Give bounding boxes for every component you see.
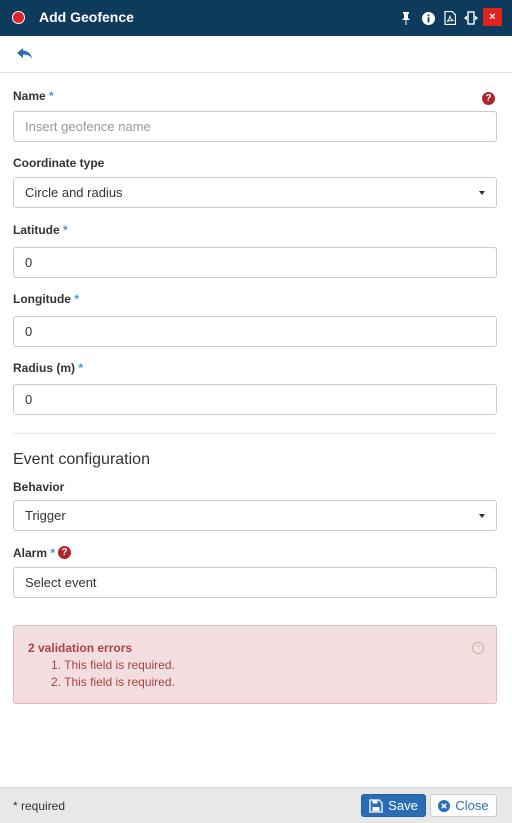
chevron-down-icon xyxy=(479,191,485,195)
coordinate-type-value: Circle and radius xyxy=(25,185,123,200)
latitude-input[interactable]: 0 xyxy=(13,247,497,278)
latitude-label: Latitude * xyxy=(13,223,68,237)
alarm-label: Alarm * xyxy=(13,546,56,560)
dismiss-alert-icon[interactable]: ⌃ xyxy=(472,642,484,654)
form-toolbar xyxy=(0,36,512,73)
window-titlebar: Add Geofence × xyxy=(0,0,512,36)
close-circle-icon xyxy=(438,799,451,812)
alarm-value: Select event xyxy=(25,575,97,590)
validation-error-item: 1. This field is required. xyxy=(51,658,175,672)
radius-input[interactable]: 0 xyxy=(13,384,497,415)
coordinate-type-label: Coordinate type xyxy=(13,156,105,170)
save-label: Save xyxy=(388,798,418,813)
save-button[interactable]: Save xyxy=(361,794,426,817)
help-icon[interactable]: ? xyxy=(482,92,495,105)
latitude-value: 0 xyxy=(25,255,33,270)
behavior-value: Trigger xyxy=(25,508,66,523)
form-footer: * required Save Close xyxy=(0,787,512,823)
radius-label: Radius (m) * xyxy=(13,361,84,375)
alarm-help-icon[interactable]: ? xyxy=(58,546,71,559)
save-icon xyxy=(369,798,383,813)
section-divider xyxy=(13,433,497,434)
behavior-select[interactable]: Trigger xyxy=(13,500,497,531)
required-note: * required xyxy=(13,799,66,813)
validation-alert: 2 validation errors 1. This field is req… xyxy=(13,625,497,704)
pin-icon[interactable] xyxy=(397,8,415,28)
record-icon xyxy=(12,11,25,24)
alarm-select[interactable]: Select event xyxy=(13,567,497,598)
window-title: Add Geofence xyxy=(39,9,134,25)
coordinate-type-select[interactable]: Circle and radius xyxy=(13,177,497,208)
validation-title: 2 validation errors xyxy=(28,641,133,655)
name-label: Name * xyxy=(13,89,54,103)
pdf-icon[interactable] xyxy=(441,8,459,28)
close-button[interactable]: Close xyxy=(430,794,497,817)
event-configuration-heading: Event configuration xyxy=(13,451,150,468)
validation-error-item: 2. This field is required. xyxy=(51,675,175,689)
radius-value: 0 xyxy=(25,392,33,407)
name-input[interactable]: Insert geofence name xyxy=(13,111,497,142)
longitude-label: Longitude * xyxy=(13,292,79,306)
close-icon[interactable]: × xyxy=(483,8,502,26)
info-icon[interactable] xyxy=(419,8,437,28)
behavior-label: Behavior xyxy=(13,480,65,494)
validation-error-list: 1. This field is required. 2. This field… xyxy=(51,657,175,691)
resize-icon[interactable] xyxy=(462,8,480,28)
back-arrow-icon[interactable] xyxy=(16,45,36,63)
longitude-value: 0 xyxy=(25,324,33,339)
longitude-input[interactable]: 0 xyxy=(13,316,497,347)
name-placeholder: Insert geofence name xyxy=(25,119,151,134)
close-label: Close xyxy=(455,798,489,813)
chevron-down-icon xyxy=(479,514,485,518)
